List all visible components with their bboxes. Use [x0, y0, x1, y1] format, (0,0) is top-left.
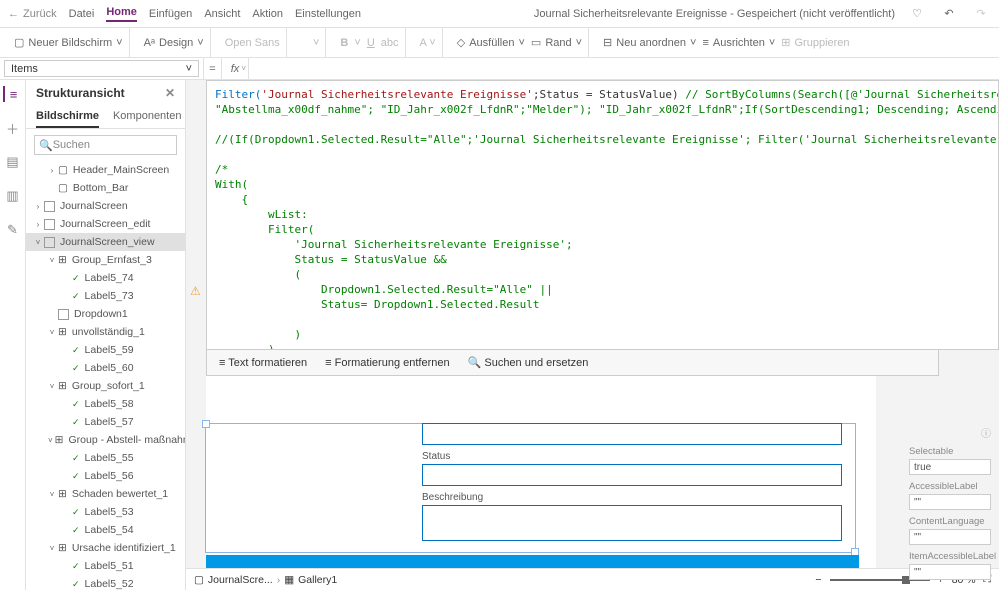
tree-item[interactable]: ˅⊞unvollständig_1 — [26, 323, 185, 341]
equals-icon: = — [203, 58, 221, 79]
tree-item[interactable]: ›JournalScreen — [26, 197, 185, 215]
formula-bar: Items˅ = fx — [0, 58, 999, 80]
prop-acclabel-label: AccessibleLabel — [909, 481, 991, 492]
tree-item[interactable]: ˅⊞Group_Ernfast_3 — [26, 251, 185, 269]
fill-button[interactable]: ◇ Ausfüllen ˅ — [457, 36, 525, 49]
tree-item[interactable]: Dropdown1 — [26, 305, 185, 323]
italic-button[interactable]: ˅ — [354, 37, 360, 49]
prop-contentlang-label: ContentLanguage — [909, 516, 991, 527]
tree-item[interactable]: Label5_58 — [26, 395, 185, 413]
rail-tree-icon[interactable]: ≡ — [3, 86, 21, 102]
tree-item[interactable]: Label5_51 — [26, 557, 185, 575]
remove-format-button[interactable]: ≡ Formatierung entfernen — [325, 357, 449, 369]
bold-button[interactable]: B — [340, 37, 348, 49]
tree-item[interactable]: ˅⊞Group_sofort_1 — [26, 377, 185, 395]
new-screen-button[interactable]: ▢ Neuer Bildschirm ˅ — [14, 36, 123, 49]
tab-components[interactable]: Komponenten — [113, 106, 182, 128]
rail-data-icon[interactable]: ▤ — [5, 154, 21, 170]
prop-itemacc-label: ItemAccessibleLabel — [909, 551, 991, 562]
prop-acclabel-value[interactable]: "" — [909, 494, 991, 510]
tree-item[interactable]: Label5_55 — [26, 449, 185, 467]
ribbon-toolbar: ▢ Neuer Bildschirm ˅ Aᵃ Design ˅ Open Sa… — [0, 28, 999, 58]
format-text-button[interactable]: ≡ Text formatieren — [219, 357, 307, 369]
font-size[interactable]: ˅ — [301, 37, 320, 49]
align-button[interactable]: ≡ Ausrichten ˅ — [702, 37, 775, 49]
properties-panel: ⓘ Selectable true AccessibleLabel "" Con… — [909, 425, 991, 590]
rail-insert-icon[interactable]: ＋ — [5, 120, 21, 136]
title-bar: ← Zurück Datei Home Einfügen Ansicht Akt… — [0, 0, 999, 28]
tree-view-panel: Strukturansicht ✕ Bildschirme Komponente… — [26, 80, 186, 590]
tree-item[interactable]: ˅⊞Group - Abstell- maßnahme definiert_1 — [26, 431, 185, 449]
tree-item[interactable]: ˅⊞Ursache identifiziert_1 — [26, 539, 185, 557]
undo-icon[interactable]: ↶ — [939, 4, 959, 24]
tree-item[interactable]: Label5_74 — [26, 269, 185, 287]
menu-action[interactable]: Aktion — [252, 8, 283, 20]
tree-body[interactable]: ›▢Header_MainScreen▢Bottom_Bar›JournalSc… — [26, 161, 185, 590]
tree-item[interactable]: Label5_59 — [26, 341, 185, 359]
prop-selectable-label: Selectable — [909, 446, 991, 457]
font-color-button[interactable]: A ˅ — [420, 37, 436, 49]
description-label: Beschreibung — [422, 492, 842, 503]
tree-close-icon[interactable]: ✕ — [165, 86, 175, 100]
tab-screens[interactable]: Bildschirme — [36, 106, 99, 128]
field-input-1[interactable] — [422, 423, 842, 445]
status-bar: ▢ JournalScre... › ▦ Gallery1 − + 80 % ⛶ — [186, 568, 999, 590]
health-icon[interactable]: ♡ — [907, 4, 927, 24]
fx-icon[interactable]: fx — [221, 58, 249, 79]
tree-item[interactable]: Label5_60 — [26, 359, 185, 377]
rail-tools-icon[interactable]: ✎ — [5, 222, 21, 238]
prop-contentlang-value[interactable]: "" — [909, 529, 991, 545]
tree-item[interactable]: Label5_57 — [26, 413, 185, 431]
warning-icon[interactable]: ⚠ — [190, 284, 201, 298]
tree-item[interactable]: Label5_56 — [26, 467, 185, 485]
tree-item[interactable]: ›JournalScreen_edit — [26, 215, 185, 233]
tree-item[interactable]: Label5_54 — [26, 521, 185, 539]
tree-search-input[interactable]: 🔍 Suchen — [34, 135, 177, 155]
underline-button[interactable]: U — [367, 37, 375, 49]
formula-editor[interactable]: Filter('Journal Sicherheitsrelevante Ere… — [206, 80, 999, 350]
tree-item[interactable]: Label5_52 — [26, 575, 185, 590]
prop-itemacc-value[interactable]: "" — [909, 564, 991, 580]
tree-item[interactable]: Label5_73 — [26, 287, 185, 305]
status-input[interactable] — [422, 464, 842, 486]
font-select[interactable]: Open Sans — [225, 37, 280, 49]
reorder-button[interactable]: ⊟ Neu anordnen ˅ — [603, 36, 696, 49]
redo-icon[interactable]: ↷ — [971, 4, 991, 24]
rail-media-icon[interactable]: ▥ — [5, 188, 21, 204]
menu-file[interactable]: Datei — [69, 8, 95, 20]
border-button[interactable]: ▭ Rand ˅ — [531, 36, 582, 49]
prop-selectable-value[interactable]: true — [909, 459, 991, 475]
tree-item[interactable]: ˅⊞Schaden bewertet_1 — [26, 485, 185, 503]
form-area: Status Beschreibung — [422, 423, 842, 547]
zoom-out-button[interactable]: − — [815, 574, 821, 586]
description-input[interactable] — [422, 505, 842, 541]
tree-title: Strukturansicht — [36, 86, 125, 100]
tree-item[interactable]: ›▢Header_MainScreen — [26, 161, 185, 179]
menu-home[interactable]: Home — [106, 6, 137, 22]
strike-button[interactable]: abc — [381, 37, 399, 49]
formula-editor-toolbar: ≡ Text formatieren ≡ Formatierung entfer… — [206, 350, 939, 376]
canvas-area: Filter('Journal Sicherheitsrelevante Ere… — [186, 80, 999, 590]
menu-insert[interactable]: Einfügen — [149, 8, 192, 20]
back-button[interactable]: ← Zurück — [8, 8, 57, 20]
property-dropdown[interactable]: Items˅ — [4, 60, 199, 77]
group-button[interactable]: ⊞ Gruppieren — [781, 36, 849, 49]
find-replace-button[interactable]: 🔍 Suchen und ersetzen — [468, 356, 589, 369]
left-rail: ≡ ＋ ▤ ▥ ✎ — [0, 80, 26, 590]
menu-view[interactable]: Ansicht — [204, 8, 240, 20]
design-button[interactable]: Aᵃ Design ˅ — [144, 37, 204, 49]
tree-item[interactable]: ▢Bottom_Bar — [26, 179, 185, 197]
menu-settings[interactable]: Einstellungen — [295, 8, 361, 20]
crumb-screen[interactable]: JournalScre... — [208, 574, 273, 586]
status-label: Status — [422, 451, 842, 462]
tree-item[interactable]: ˅JournalScreen_view — [26, 233, 185, 251]
tree-item[interactable]: Label5_53 — [26, 503, 185, 521]
crumb-gallery[interactable]: Gallery1 — [298, 574, 337, 586]
app-title: Journal Sicherheitsrelevante Ereignisse … — [534, 8, 895, 20]
